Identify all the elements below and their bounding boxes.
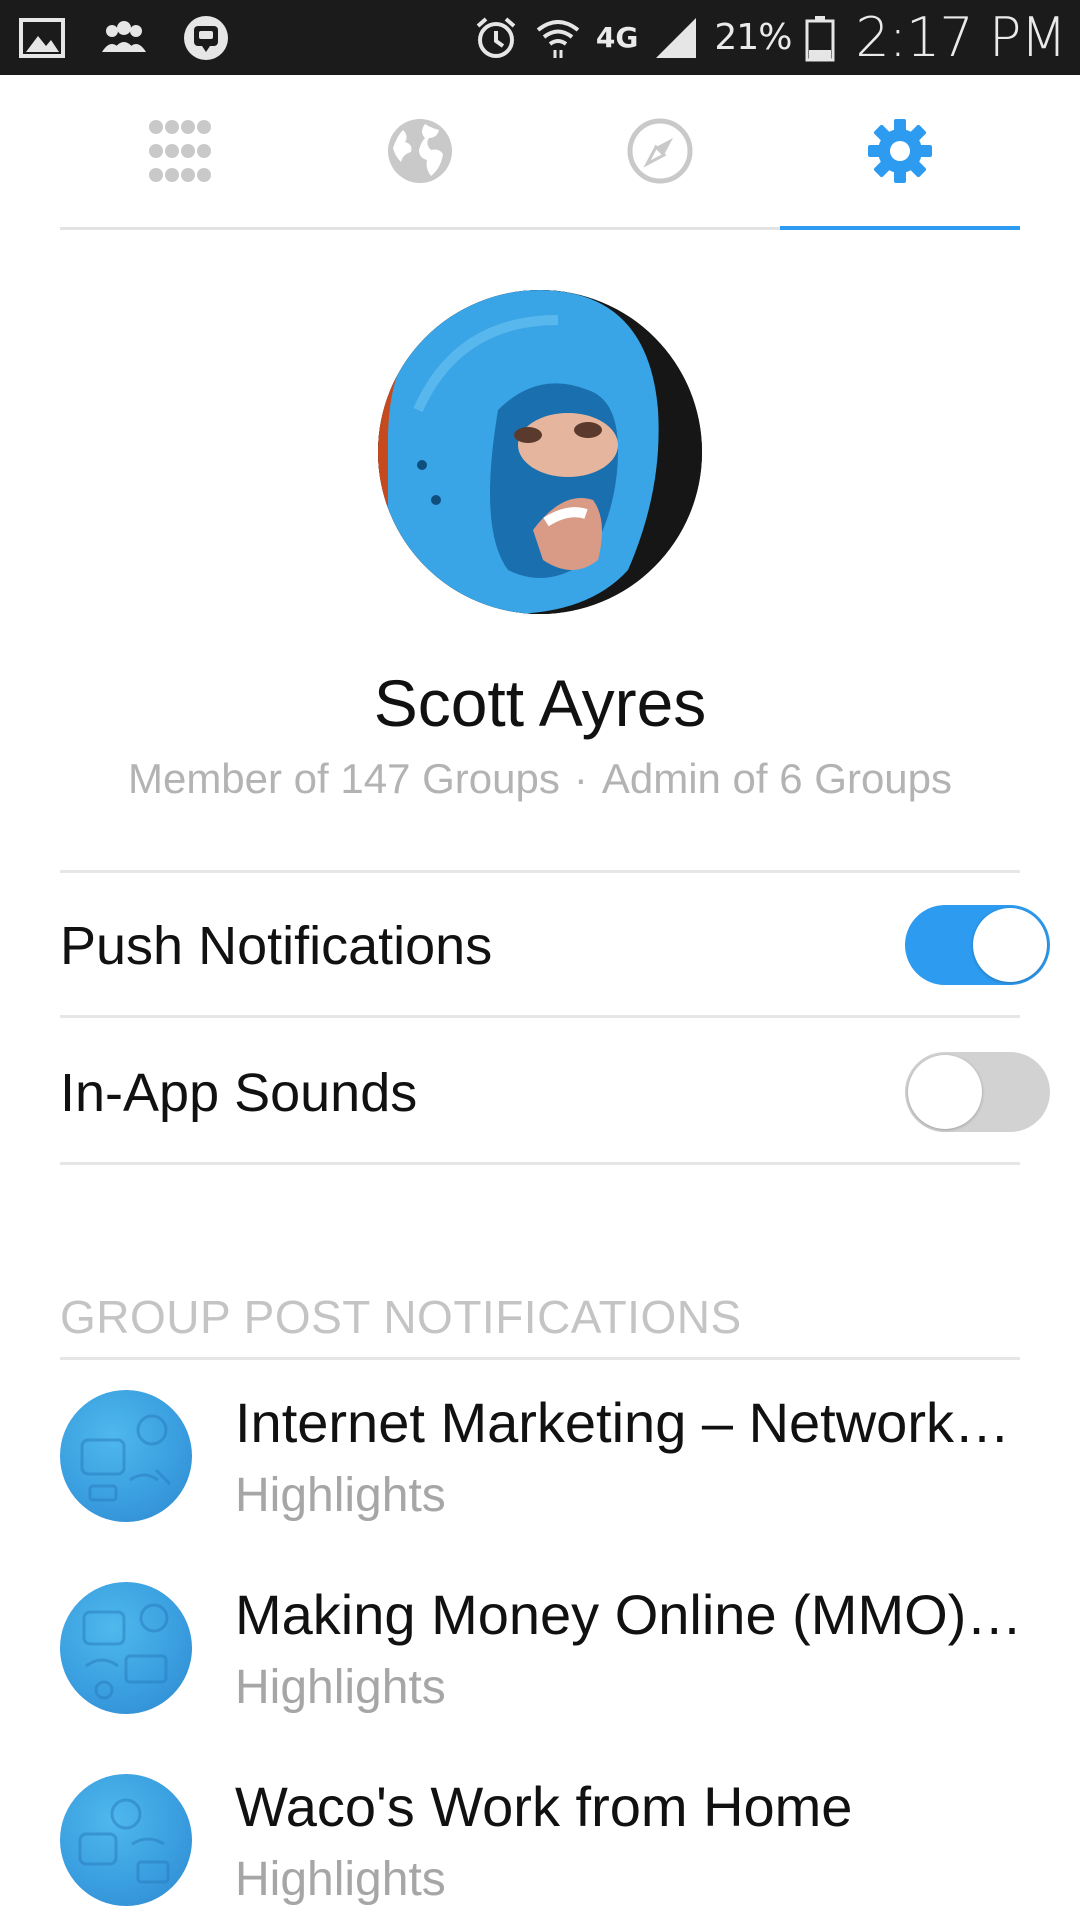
in-app-sounds-label: In-App Sounds [60, 1063, 418, 1123]
tab-settings[interactable] [780, 75, 1020, 230]
in-app-sounds-toggle[interactable] [905, 1052, 1050, 1132]
divider [60, 870, 1020, 873]
member-count: Member of 147 Groups [127, 755, 560, 802]
group-title: Making Money Online (MMO)… [235, 1583, 1023, 1646]
group-list-item[interactable]: Waco's Work from Home Highlights [60, 1774, 1020, 1920]
toggle-knob [908, 1055, 982, 1129]
people-icon [100, 14, 148, 62]
globe-icon [388, 119, 452, 183]
group-notification-level: Highlights [235, 1853, 446, 1906]
profile-name: Scott Ayres [373, 666, 707, 740]
wifi-icon [534, 14, 582, 62]
divider [60, 1162, 1020, 1165]
group-title: Internet Marketing – Network… [235, 1391, 1010, 1454]
group-notification-level: Highlights [235, 1661, 446, 1714]
apps-grid-icon [149, 120, 211, 182]
alarm-icon [472, 14, 520, 62]
chat-app-icon [182, 14, 230, 62]
group-title: Waco's Work from Home [235, 1775, 853, 1838]
group-list-item[interactable]: Making Money Online (MMO)… Highlights [60, 1582, 1022, 1732]
section-header-group-post-notifications: GROUP POST NOTIFICATIONS [60, 1291, 742, 1343]
profile-group-stats: Member of 147 Groups · Admin of 6 Groups [0, 755, 1080, 803]
group-avatar [60, 1774, 192, 1906]
profile-avatar[interactable] [378, 290, 702, 614]
compass-icon [627, 118, 693, 184]
toggle-knob [973, 908, 1047, 982]
status-bar: 4G 21% 2:17 PM [0, 0, 1080, 75]
group-avatar [60, 1390, 192, 1522]
push-notifications-toggle[interactable] [905, 905, 1050, 985]
tab-apps[interactable] [60, 75, 300, 227]
tab-discover[interactable] [300, 75, 540, 227]
separator-dot: · [573, 755, 588, 802]
group-list-item[interactable]: Internet Marketing – Network… Highlights [60, 1390, 1020, 1540]
tab-bar [60, 75, 1020, 230]
tab-explore[interactable] [540, 75, 780, 227]
gallery-icon [18, 14, 66, 62]
group-avatar [60, 1582, 192, 1714]
gear-icon [868, 119, 932, 183]
clock: 2:17 PM [855, 6, 1067, 69]
signal-icon [652, 14, 700, 62]
4g-lte-icon: 4G [595, 20, 639, 54]
group-notification-level: Highlights [235, 1469, 446, 1522]
battery-icon [805, 14, 835, 62]
divider [60, 1015, 1020, 1018]
divider [60, 1357, 1020, 1360]
admin-count: Admin of 6 Groups [601, 755, 953, 802]
battery-percent: 21% [714, 17, 792, 58]
push-notifications-label: Push Notifications [60, 916, 493, 976]
